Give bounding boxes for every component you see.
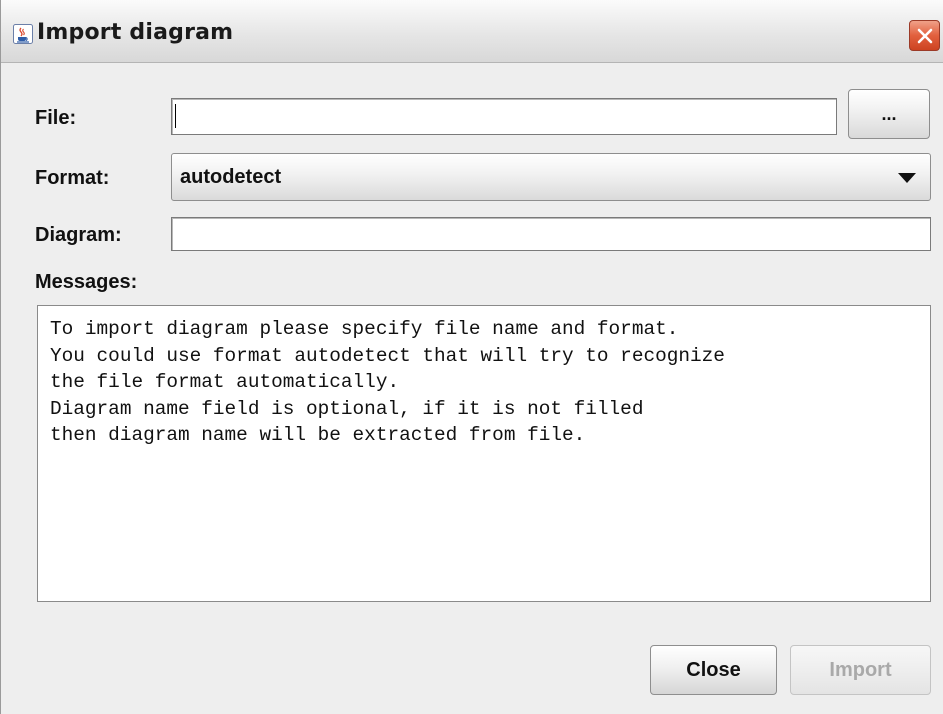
diagram-name-input[interactable] (171, 217, 931, 251)
format-select-value: autodetect (180, 166, 282, 188)
import-button[interactable]: Import (790, 645, 931, 695)
import-diagram-dialog: Import diagram File: ... Format: autodet… (0, 0, 943, 714)
messages-label: Messages: (35, 271, 138, 293)
message-line: the file format automatically. (50, 371, 400, 393)
message-line: Diagram name field is optional, if it is… (50, 397, 644, 420)
messages-area[interactable]: To import diagram please specify file na… (37, 305, 931, 602)
text-caret (175, 104, 176, 128)
close-icon (916, 27, 934, 45)
file-label: File: (35, 107, 77, 129)
java-cup-icon (13, 24, 33, 44)
format-label: Format: (35, 167, 110, 189)
window-title: Import diagram (37, 20, 234, 45)
message-line: To import diagram please specify file na… (50, 318, 679, 340)
window-close-button[interactable] (909, 20, 940, 51)
file-input[interactable] (171, 98, 837, 135)
chevron-down-icon[interactable] (897, 169, 917, 183)
title-bar[interactable]: Import diagram (1, 0, 943, 63)
browse-button[interactable]: ... (848, 89, 930, 139)
format-select[interactable]: autodetect (171, 153, 931, 201)
message-line: You could use format autodetect that wil… (50, 344, 725, 367)
diagram-label: Diagram: (35, 224, 122, 246)
close-button[interactable]: Close (650, 645, 777, 695)
message-line: then diagram name will be extracted from… (50, 424, 586, 446)
